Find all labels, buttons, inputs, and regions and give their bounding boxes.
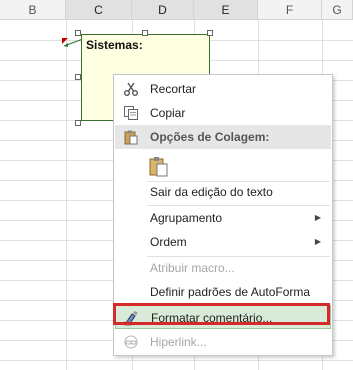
column-header-e[interactable]: E (194, 0, 258, 20)
menu-item-exit-text-edit[interactable]: Sair da edição do texto (115, 180, 331, 204)
column-header-b[interactable]: B (0, 0, 66, 20)
resize-handle-ml[interactable] (75, 74, 81, 80)
menu-item-label: Sair da edição do texto (150, 185, 273, 199)
hyperlink-icon (123, 334, 139, 350)
menu-item-label: Agrupamento (150, 211, 223, 225)
menu-item-label: Opções de Colagem: (150, 130, 270, 144)
scissors-icon (123, 81, 139, 97)
clipboard-icon (148, 155, 170, 177)
comment-text[interactable]: Sistemas: (86, 38, 143, 52)
column-header-f[interactable]: F (258, 0, 322, 20)
submenu-arrow-icon: ▶ (314, 213, 321, 222)
column-header-c[interactable]: C (66, 0, 132, 20)
copy-icon (123, 105, 139, 121)
column-header-d[interactable]: D (132, 0, 194, 20)
menu-item-grouping[interactable]: Agrupamento ▶ (115, 206, 331, 230)
paste-keep-source-button[interactable] (115, 150, 331, 180)
menu-item-hyperlink[interactable]: Hiperlink... (115, 330, 331, 354)
menu-item-label: Copiar (150, 106, 186, 120)
resize-handle-tm[interactable] (142, 30, 148, 36)
paste-options-header: Opções de Colagem: (115, 125, 331, 149)
menu-item-copy[interactable]: Copiar (115, 101, 331, 125)
resize-handle-tl[interactable] (75, 30, 81, 36)
column-header-g[interactable]: G (322, 0, 353, 20)
menu-item-label: Ordem (150, 235, 187, 249)
menu-item-label: Atribuir macro... (150, 261, 235, 275)
submenu-arrow-icon: ▶ (314, 237, 321, 246)
menu-item-label: Recortar (150, 82, 197, 96)
menu-item-order[interactable]: Ordem ▶ (115, 230, 331, 254)
menu-item-label: Definir padrões de AutoForma (150, 285, 311, 299)
menu-item-assign-macro[interactable]: Atribuir macro... (115, 256, 331, 280)
resize-handle-bl[interactable] (75, 120, 81, 126)
paste-options-icon (123, 129, 139, 145)
highlight-box (113, 303, 330, 325)
menu-item-label: Hiperlink... (150, 335, 207, 349)
resize-handle-tr[interactable] (207, 30, 213, 36)
menu-item-cut[interactable]: Recortar (115, 77, 331, 101)
menu-item-autoshape-defaults[interactable]: Definir padrões de AutoForma (115, 280, 331, 304)
